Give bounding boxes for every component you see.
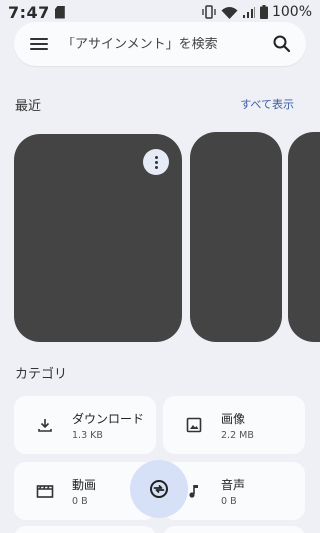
status-bar: 7:47 100% (0, 0, 320, 24)
category-name: 動画 (72, 477, 97, 492)
category-size: 1.3 KB (72, 429, 103, 441)
recent-card[interactable] (190, 132, 282, 342)
search-bar[interactable] (14, 22, 306, 66)
categories-title: カテゴリ (15, 367, 68, 382)
category-partial[interactable] (14, 526, 156, 533)
category-size: 0 B (72, 495, 88, 507)
sd-card-icon (54, 5, 65, 19)
share-fab-button[interactable] (130, 460, 188, 518)
category-name: ダウンロード (72, 411, 145, 426)
category-images[interactable]: 画像 2.2 MB (163, 396, 305, 454)
vibrate-icon (202, 5, 216, 19)
battery-icon (259, 5, 268, 19)
more-options-icon[interactable] (143, 149, 169, 175)
nearby-share-icon (150, 480, 168, 498)
category-partial[interactable] (163, 526, 305, 533)
recent-title: 最近 (15, 99, 42, 114)
category-downloads[interactable]: ダウンロード 1.3 KB (14, 396, 156, 454)
image-icon (186, 417, 202, 433)
search-input[interactable] (62, 36, 272, 52)
menu-icon[interactable] (30, 38, 48, 50)
category-name: 音声 (221, 477, 246, 492)
category-name: 画像 (221, 411, 246, 426)
music-note-icon (189, 485, 198, 498)
download-icon (38, 419, 52, 432)
search-icon[interactable] (272, 34, 292, 54)
wifi-icon (221, 6, 238, 19)
recent-card[interactable] (14, 134, 182, 342)
category-size: 2.2 MB (221, 429, 254, 441)
recent-card[interactable] (288, 132, 320, 342)
status-time: 7:47 (8, 2, 50, 22)
see-all-link[interactable]: すべて表示 (240, 96, 294, 112)
signal-icon (242, 6, 255, 18)
video-icon (36, 485, 54, 498)
category-size: 0 B (221, 495, 237, 507)
battery-percent: 100% (271, 4, 312, 20)
